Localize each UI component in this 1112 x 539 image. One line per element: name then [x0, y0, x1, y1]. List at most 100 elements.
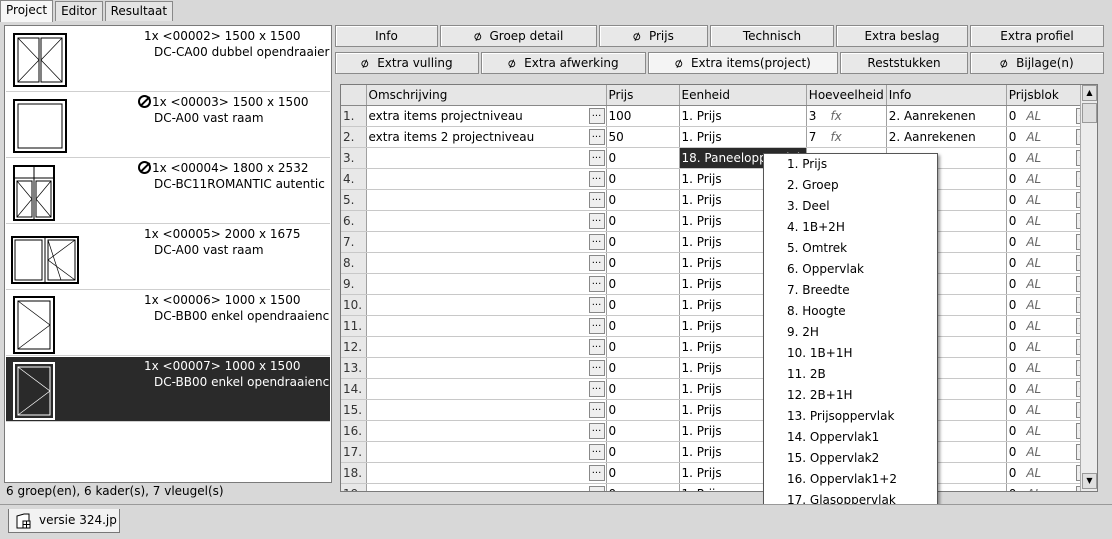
prijs-cell[interactable]: 0	[606, 399, 680, 421]
ellipsis-button[interactable]: ...	[588, 464, 605, 481]
prijs-cell[interactable]: 0	[606, 210, 680, 232]
dropdown-option[interactable]: 7. Breedte	[764, 280, 937, 301]
button-prijs[interactable]: ⌀ Prijs	[599, 25, 708, 47]
hoeveelheid-cell[interactable]: 7 fx	[806, 126, 887, 148]
dropdown-option[interactable]: 15. Oppervlak2	[764, 448, 937, 469]
omschrijving-cell[interactable]: ...	[366, 378, 607, 400]
project-item[interactable]: 1x <00003> 1500 x 1500 DC-A00 vast raam	[6, 93, 330, 158]
ellipsis-button[interactable]: ...	[588, 275, 605, 292]
button-extra-items-project-[interactable]: ⌀ Extra items(project)	[648, 52, 838, 74]
omschrijving-cell[interactable]: ...	[366, 147, 607, 169]
version-tab[interactable]: versie 324.jp	[8, 509, 120, 533]
hoeveelheid-cell[interactable]: 3 fx	[806, 105, 887, 127]
button-extra-beslag[interactable]: Extra beslag	[836, 25, 968, 47]
column-header-eenheid[interactable]: Eenheid	[679, 85, 807, 106]
prijs-cell[interactable]: 0	[606, 483, 680, 491]
eenheid-cell[interactable]: 1. Prijs	[679, 126, 807, 148]
omschrijving-cell[interactable]: ...	[366, 336, 607, 358]
project-item[interactable]: 1x <00007> 1000 x 1500 DC-BB00 enkel open…	[6, 357, 330, 422]
prijs-cell[interactable]: 100	[606, 105, 680, 127]
table-row[interactable]: 18....01. Prijsnen0AL...	[341, 462, 1094, 484]
prijs-cell[interactable]: 0	[606, 189, 680, 211]
dropdown-option[interactable]: 9. 2H	[764, 322, 937, 343]
dropdown-option[interactable]: 5. Omtrek	[764, 238, 937, 259]
omschrijving-cell[interactable]: ...	[366, 483, 607, 491]
prijs-cell[interactable]: 0	[606, 336, 680, 358]
table-row[interactable]: 13....01. Prijsnen0AL...	[341, 357, 1094, 379]
table-row[interactable]: 6....01. Prijsnen0AL...	[341, 210, 1094, 232]
table-row[interactable]: 9....01. Prijsnen0AL...	[341, 273, 1094, 295]
ellipsis-button[interactable]: ...	[588, 149, 605, 166]
dropdown-option[interactable]: 10. 1B+1H	[764, 343, 937, 364]
ellipsis-button[interactable]: ...	[588, 107, 605, 124]
scroll-up-icon[interactable]: ▲	[1082, 85, 1097, 101]
prijs-cell[interactable]: 0	[606, 252, 680, 274]
omschrijving-cell[interactable]: ...	[366, 210, 607, 232]
omschrijving-cell[interactable]: ...	[366, 252, 607, 274]
table-row[interactable]: 16....01. Prijsnen0AL...	[341, 420, 1094, 442]
button-extra-profiel[interactable]: Extra profiel	[970, 25, 1104, 47]
prijs-cell[interactable]: 0	[606, 441, 680, 463]
omschrijving-cell[interactable]: ...	[366, 441, 607, 463]
column-header-rownum[interactable]	[341, 85, 367, 106]
prijs-cell[interactable]: 0	[606, 147, 680, 169]
scroll-down-icon[interactable]: ▼	[1082, 473, 1097, 489]
omschrijving-cell[interactable]: ...	[366, 273, 607, 295]
prijs-cell[interactable]: 50	[606, 126, 680, 148]
dropdown-option[interactable]: 12. 2B+1H	[764, 385, 937, 406]
table-row[interactable]: 15....01. Prijsnen0AL...	[341, 399, 1094, 421]
tab-project[interactable]: Project	[0, 0, 54, 22]
ellipsis-button[interactable]: ...	[588, 443, 605, 460]
table-row[interactable]: 3....018. Paneeloppervlaknen0AL...	[341, 147, 1094, 169]
dropdown-option[interactable]: 8. Hoogte	[764, 301, 937, 322]
column-header-prijs[interactable]: Prijs	[606, 85, 680, 106]
column-header-info[interactable]: Info	[886, 85, 1007, 106]
ellipsis-button[interactable]: ...	[588, 212, 605, 229]
table-row[interactable]: 11....01. Prijsnen0AL...	[341, 315, 1094, 337]
button-reststukken[interactable]: Reststukken	[840, 52, 968, 74]
dropdown-option[interactable]: 14. Oppervlak1	[764, 427, 937, 448]
project-item[interactable]: 1x <00005> 2000 x 1675 DC-A00 vast raam	[6, 225, 330, 290]
tab-resultaat[interactable]: Resultaat	[104, 1, 174, 21]
ellipsis-button[interactable]: ...	[588, 380, 605, 397]
table-row[interactable]: 17....01. Prijsnen0AL...	[341, 441, 1094, 463]
project-item[interactable]: 1x <00002> 1500 x 1500 DC-CA00 dubbel ope…	[6, 27, 330, 92]
ellipsis-button[interactable]: ...	[588, 338, 605, 355]
prijs-cell[interactable]: 0	[606, 357, 680, 379]
dropdown-option[interactable]: 11. 2B	[764, 364, 937, 385]
info-cell[interactable]: 2. Aanrekenen	[886, 105, 1007, 127]
button-extra-afwerking[interactable]: ⌀ Extra afwerking	[481, 52, 646, 74]
omschrijving-cell[interactable]: ...	[366, 399, 607, 421]
omschrijving-cell[interactable]: ...	[366, 294, 607, 316]
ellipsis-button[interactable]: ...	[588, 401, 605, 418]
table-row[interactable]: 2. extra items 2 projectniveau... 50 1. Pri…	[341, 126, 1094, 148]
prijs-cell[interactable]: 0	[606, 462, 680, 484]
prijs-cell[interactable]: 0	[606, 378, 680, 400]
omschrijving-cell[interactable]: extra items 2 projectniveau...	[366, 126, 607, 148]
table-row[interactable]: 1. extra items projectniveau... 100 1. Prij…	[341, 105, 1094, 127]
ellipsis-button[interactable]: ...	[588, 128, 605, 145]
grid-scrollbar[interactable]: ▲ ▼	[1080, 85, 1097, 491]
prijs-cell[interactable]: 0	[606, 168, 680, 190]
omschrijving-cell[interactable]: ...	[366, 231, 607, 253]
button-groep-detail[interactable]: ⌀ Groep detail	[440, 25, 597, 47]
table-row[interactable]: 5....01. Prijsnen0AL...	[341, 189, 1094, 211]
omschrijving-cell[interactable]: ...	[366, 462, 607, 484]
ellipsis-button[interactable]: ...	[588, 296, 605, 313]
eenheid-cell[interactable]: 1. Prijs	[679, 105, 807, 127]
table-row[interactable]: 8....01. Prijsnen0AL...	[341, 252, 1094, 274]
button-bijlage-n-[interactable]: ⌀ Bijlage(n)	[970, 52, 1104, 74]
prijs-cell[interactable]: 0	[606, 231, 680, 253]
project-item[interactable]: 1x <00004> 1800 x 2532 DC-BC11ROMANTIC au…	[6, 159, 330, 224]
ellipsis-button[interactable]: ...	[588, 191, 605, 208]
button-extra-vulling[interactable]: ⌀ Extra vulling	[335, 52, 479, 74]
omschrijving-cell[interactable]: ...	[366, 168, 607, 190]
button-technisch[interactable]: Technisch	[710, 25, 834, 47]
table-row[interactable]: 19....01. Prijsnen0AL...	[341, 483, 1094, 491]
dropdown-option[interactable]: 16. Oppervlak1+2	[764, 469, 937, 490]
dropdown-option[interactable]: 3. Deel	[764, 196, 937, 217]
info-cell[interactable]: 2. Aanrekenen	[886, 126, 1007, 148]
omschrijving-cell[interactable]: ...	[366, 420, 607, 442]
omschrijving-cell[interactable]: ...	[366, 189, 607, 211]
table-row[interactable]: 7....01. Prijsnen0AL...	[341, 231, 1094, 253]
